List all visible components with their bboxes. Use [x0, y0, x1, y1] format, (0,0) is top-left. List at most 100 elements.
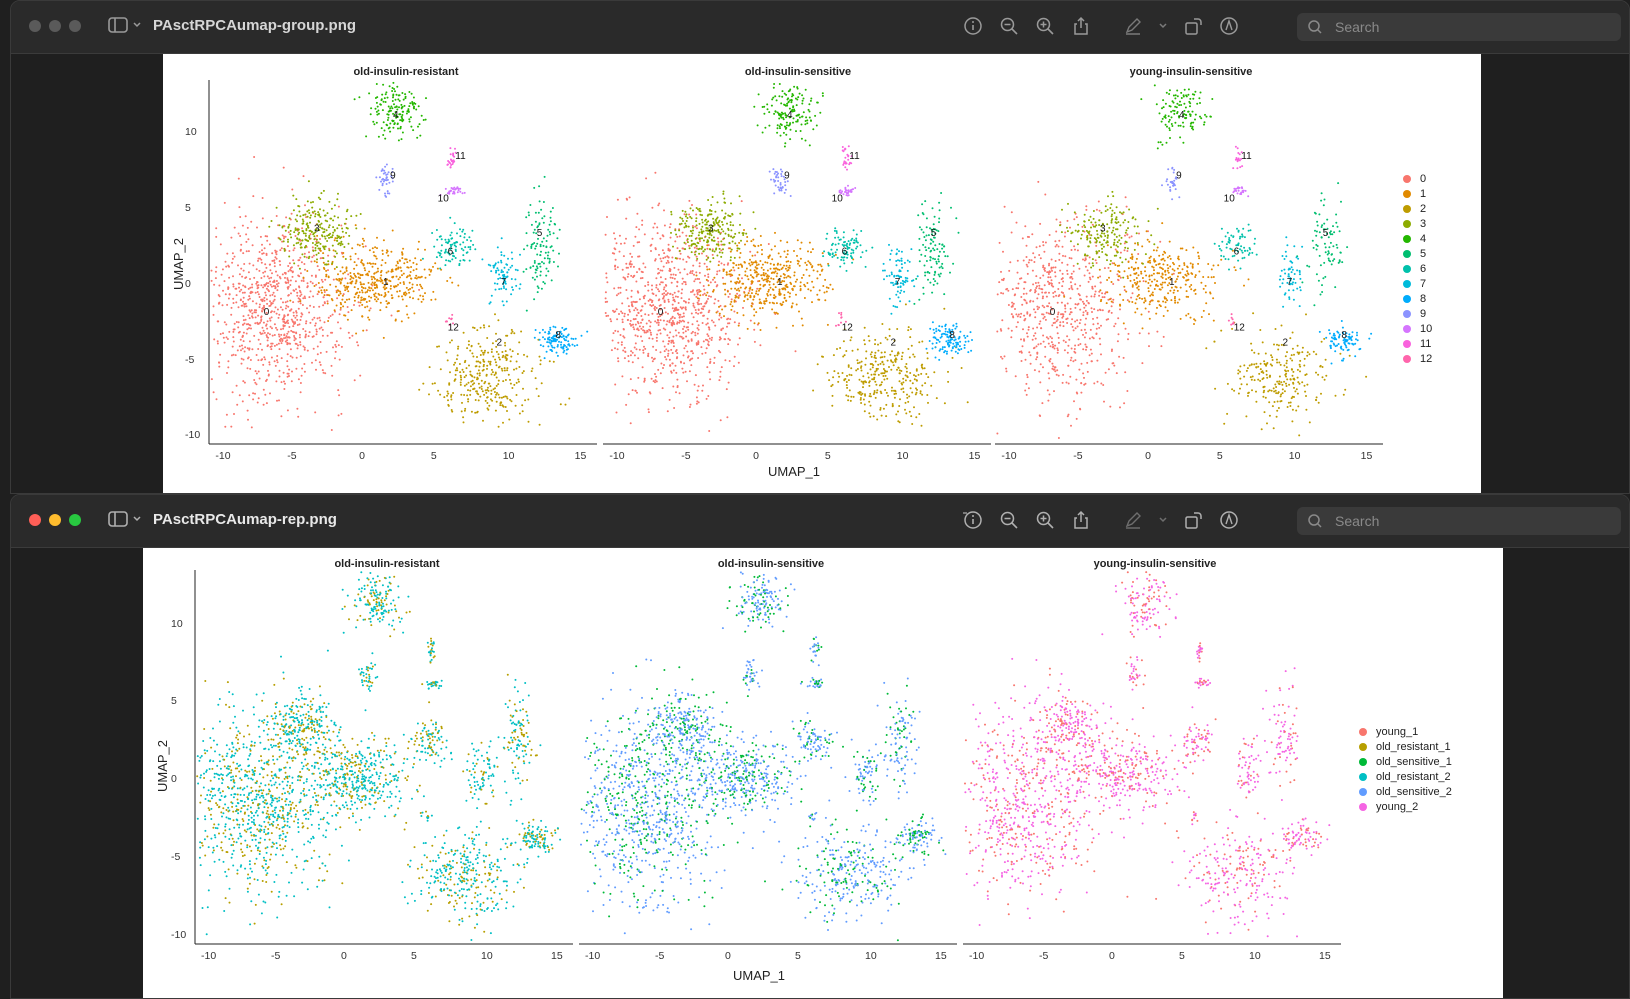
annotate-button[interactable] — [1217, 14, 1241, 38]
data-point — [732, 267, 734, 269]
markup-menu-button[interactable] — [1157, 14, 1169, 38]
data-point — [707, 395, 709, 397]
data-point — [557, 355, 559, 357]
search-input[interactable] — [1333, 18, 1597, 36]
data-point — [905, 412, 907, 414]
data-point — [665, 278, 667, 280]
minimize-button[interactable] — [49, 20, 61, 32]
data-point — [329, 284, 331, 286]
data-point — [639, 325, 641, 327]
data-point — [336, 305, 338, 307]
data-point — [357, 273, 359, 275]
close-button[interactable] — [29, 20, 41, 32]
data-point — [304, 247, 306, 249]
zoom-out-button[interactable] — [997, 14, 1021, 38]
data-point — [332, 234, 334, 236]
data-point — [526, 245, 528, 247]
data-point — [920, 390, 922, 392]
data-point — [769, 302, 771, 304]
data-point — [881, 415, 883, 417]
data-point — [547, 229, 549, 231]
rotate-button[interactable] — [1181, 14, 1205, 38]
data-point — [857, 362, 859, 364]
data-point — [756, 268, 758, 270]
data-point — [746, 240, 748, 242]
data-point — [751, 282, 753, 284]
data-point — [496, 392, 498, 394]
data-point — [496, 351, 498, 353]
zoom-in-button[interactable] — [1033, 14, 1057, 38]
data-point — [301, 247, 303, 249]
data-point — [636, 213, 638, 215]
data-point — [796, 279, 798, 281]
data-point — [849, 244, 851, 246]
data-point — [484, 350, 486, 352]
data-point — [622, 321, 624, 323]
data-point — [785, 277, 787, 279]
sidebar-toggle-button[interactable] — [107, 16, 142, 34]
data-point — [635, 324, 637, 326]
data-point — [901, 355, 903, 357]
data-point — [900, 370, 902, 372]
data-point — [663, 286, 665, 288]
data-point — [647, 290, 649, 292]
data-point — [239, 216, 241, 218]
data-point — [609, 318, 611, 320]
data-point — [806, 269, 808, 271]
data-point — [251, 313, 253, 315]
share-button[interactable] — [1069, 14, 1093, 38]
data-point — [684, 307, 686, 309]
data-point — [495, 410, 497, 412]
search-field[interactable] — [1297, 13, 1621, 41]
data-point — [658, 322, 660, 324]
data-point — [779, 269, 781, 271]
data-point — [832, 376, 834, 378]
title-bar[interactable]: PAsctRPCAumap-group.png — [11, 1, 1629, 54]
data-point — [632, 301, 634, 303]
data-point — [959, 345, 961, 347]
data-point — [327, 300, 329, 302]
data-point — [323, 267, 325, 269]
data-point — [810, 100, 812, 102]
data-point — [516, 382, 518, 384]
markup-button[interactable] — [1121, 14, 1145, 38]
data-point — [722, 224, 724, 226]
data-point — [780, 240, 782, 242]
data-point — [552, 346, 554, 348]
data-point — [312, 295, 314, 297]
data-point — [902, 352, 904, 354]
data-point — [418, 105, 420, 107]
data-point — [679, 250, 681, 252]
data-point — [918, 413, 920, 415]
data-point — [502, 380, 504, 382]
data-point — [517, 353, 519, 355]
data-point — [826, 233, 828, 235]
data-point — [271, 357, 273, 359]
data-point — [824, 279, 826, 281]
data-point — [296, 295, 298, 297]
data-point — [511, 278, 513, 280]
data-point — [382, 253, 384, 255]
data-point — [901, 260, 903, 262]
data-point — [890, 313, 892, 315]
data-point — [338, 294, 340, 296]
data-point — [720, 371, 722, 373]
data-point — [683, 315, 685, 317]
data-point — [925, 249, 927, 251]
data-point — [406, 276, 408, 278]
data-point — [904, 409, 906, 411]
data-point — [275, 271, 277, 273]
data-point — [408, 118, 410, 120]
data-point — [504, 370, 506, 372]
data-point — [386, 183, 388, 185]
data-point — [650, 245, 652, 247]
data-point — [780, 188, 782, 190]
data-point — [470, 381, 472, 383]
data-point — [756, 275, 758, 277]
info-button[interactable] — [961, 14, 985, 38]
data-point — [459, 235, 461, 237]
data-point — [712, 250, 714, 252]
data-point — [705, 324, 707, 326]
zoom-button[interactable] — [69, 20, 81, 32]
window-title: PAsctRPCAumap-group.png — [153, 17, 356, 34]
